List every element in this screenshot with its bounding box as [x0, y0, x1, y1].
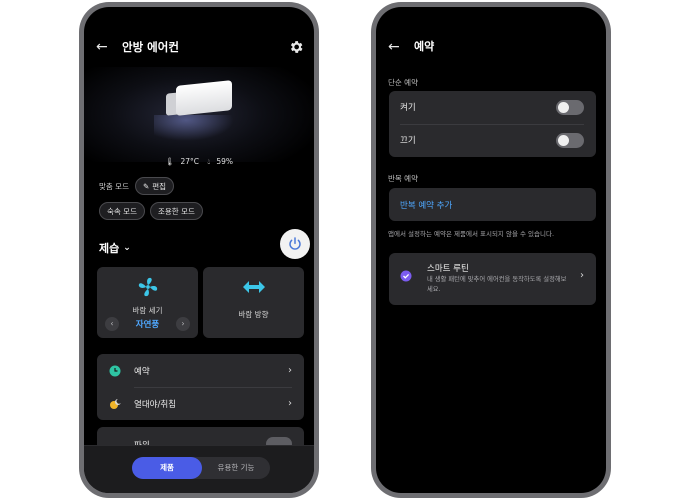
phone-frame-right: ← 예약 단순 예약 켜기 끄기 반복 예약 반복 예약 추가 앱에서 설정하는…: [371, 2, 611, 498]
toggle-knob: [558, 102, 569, 113]
phone-frame-left: ← 안방 에어컨 🌡︎ 27°C 💧︎ 59% 맞춤 모드 ✎ 편집 숙속 모드…: [79, 2, 319, 498]
ac-unit-body: [176, 80, 232, 116]
list-item-reservation[interactable]: 예약 ›: [97, 354, 304, 387]
smart-routine-title: 스마트 루틴: [427, 264, 469, 274]
clock-icon: [109, 365, 121, 376]
wind-direction-tile[interactable]: 바람 방향: [203, 267, 304, 338]
indoor-readings: 🌡︎ 27°C 💧︎ 59%: [84, 157, 314, 167]
chevron-right-icon: ›: [580, 270, 584, 281]
wind-strength-next-button[interactable]: ›: [176, 317, 190, 331]
screenshot-canvas: ← 안방 에어컨 🌡︎ 27°C 💧︎ 59% 맞춤 모드 ✎ 편집 숙속 모드…: [0, 0, 690, 500]
ac-control-screen: ← 안방 에어컨 🌡︎ 27°C 💧︎ 59% 맞춤 모드 ✎ 편집 숙속 모드…: [84, 7, 314, 493]
mode-chip[interactable]: 조용한 모드: [149, 202, 203, 220]
list-item-sleep[interactable]: 열대야/취침 ›: [97, 387, 304, 420]
chevron-right-icon: ›: [288, 398, 292, 409]
wind-strength-prev-button[interactable]: ‹: [105, 317, 119, 331]
list-item-label: 예약: [134, 366, 150, 377]
turn-on-toggle[interactable]: [556, 100, 584, 115]
temperature-value: 27°C: [180, 157, 199, 166]
horizontal-arrows-icon: [203, 276, 304, 298]
simple-reservation-card: 켜기 끄기: [389, 91, 596, 157]
toggle-knob: [558, 135, 569, 146]
sun-moon-icon: [110, 398, 121, 409]
turn-on-label: 켜기: [400, 103, 416, 113]
back-arrow-icon[interactable]: ←: [388, 37, 404, 57]
chevron-down-icon: ⌄: [123, 243, 131, 253]
repeat-reservation-label: 반복 예약: [388, 174, 418, 183]
bottom-navigation: 제품 유용한 기능: [84, 445, 314, 493]
mode-chip-list: 숙속 모드 조용한 모드: [99, 202, 203, 220]
chevron-right-icon: ›: [288, 365, 292, 376]
power-button[interactable]: [280, 229, 310, 259]
turn-off-row: 끄기: [389, 124, 596, 157]
wind-strength-tile[interactable]: 바람 세기 자연풍 ‹ ›: [97, 267, 198, 338]
ac-unit-illustration: [84, 67, 314, 162]
tab-products[interactable]: 제품: [132, 457, 202, 479]
tab-useful-features[interactable]: 유용한 기능: [202, 457, 270, 479]
wind-strength-label: 바람 세기: [132, 306, 163, 315]
page-title: 안방 에어컨: [122, 40, 179, 54]
custom-mode-label: 맞춤 모드: [99, 181, 129, 191]
power-icon: [289, 237, 301, 250]
smart-routine-icon: [400, 270, 412, 282]
feature-list: 예약 › 열대야/취침 ›: [97, 354, 304, 420]
pencil-icon: ✎: [142, 181, 150, 191]
simple-reservation-label: 단순 예약: [388, 78, 418, 87]
header-bar: ← 안방 에어컨: [84, 37, 314, 61]
reservation-screen: ← 예약 단순 예약 켜기 끄기 반복 예약 반복 예약 추가 앱에서 설정하는…: [376, 7, 606, 493]
smart-routine-description: 내 생활 패턴에 맞추어 에어컨을 동작하도록 설정해보세요.: [427, 276, 567, 293]
thermometer-icon: 🌡︎: [164, 157, 175, 166]
mode-chip[interactable]: 숙속 모드: [99, 202, 145, 220]
smart-routine-card[interactable]: 스마트 루틴 내 생활 패턴에 맞추어 에어컨을 동작하도록 설정해보세요. ›: [389, 253, 596, 305]
wind-direction-label: 바람 방향: [238, 310, 269, 319]
list-item-label: 열대야/취침: [134, 399, 176, 410]
page-title: 예약: [414, 40, 435, 53]
operation-mode-dropdown[interactable]: 제습 ⌄: [99, 240, 131, 256]
edit-mode-button[interactable]: ✎ 편집: [134, 177, 175, 195]
segmented-control: 제품 유용한 기능: [132, 457, 270, 479]
turn-off-toggle[interactable]: [556, 133, 584, 148]
back-arrow-icon[interactable]: ←: [96, 37, 112, 57]
turn-off-label: 끄기: [400, 136, 416, 146]
reservation-note: 앱에서 설정하는 예약은 제품에서 표시되지 않을 수 있습니다.: [388, 230, 555, 238]
droplet-icon: 💧︎: [207, 157, 211, 166]
fan-icon: [97, 276, 198, 298]
add-repeat-reservation-label: 반복 예약 추가: [400, 201, 453, 211]
airflow-glow: [154, 115, 234, 141]
edit-mode-label: 편집: [152, 181, 167, 191]
operation-mode-label: 제습: [99, 242, 120, 255]
gear-icon[interactable]: [288, 39, 304, 55]
turn-on-row: 켜기: [389, 91, 596, 124]
humidity-value: 59%: [216, 157, 234, 166]
custom-mode-row: 맞춤 모드 ✎ 편집: [99, 177, 175, 195]
add-repeat-reservation-button[interactable]: 반복 예약 추가: [389, 188, 596, 221]
